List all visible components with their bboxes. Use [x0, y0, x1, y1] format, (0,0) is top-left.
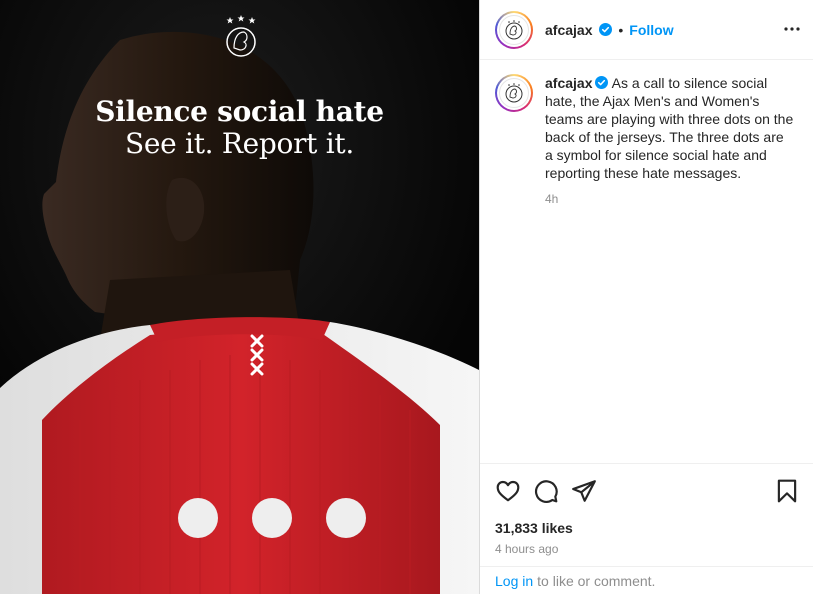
- headline-line-2: See it. Report it.: [125, 127, 354, 161]
- caption-timestamp[interactable]: 4h: [545, 192, 795, 206]
- instagram-post: Silence social hate See it. Report it. a…: [0, 0, 813, 594]
- post-side-panel: afcajax • Follow afcajax As a call to si…: [479, 0, 813, 594]
- comment-button[interactable]: [533, 478, 559, 504]
- ajax-crest-avatar-icon: [505, 83, 523, 103]
- header-separator: •: [618, 21, 624, 38]
- login-suffix: to like or comment.: [537, 573, 656, 589]
- login-link[interactable]: Log in: [495, 573, 533, 589]
- heart-icon: [496, 480, 520, 502]
- more-options-icon[interactable]: [782, 21, 802, 37]
- post-headline: Silence social hate See it. Report it.: [0, 95, 479, 161]
- comment-icon: [535, 480, 558, 503]
- header-username[interactable]: afcajax: [545, 22, 613, 38]
- caption-body: afcajax As a call to silence social hate…: [545, 74, 795, 206]
- post-header: afcajax • Follow: [480, 0, 813, 60]
- headline-line-1: Silence social hate: [95, 95, 384, 128]
- caption-text-block: afcajax As a call to silence social hate…: [545, 74, 795, 182]
- post-photo-illustration: [0, 0, 479, 594]
- header-username-text[interactable]: afcajax: [545, 22, 592, 38]
- post-image[interactable]: Silence social hate See it. Report it.: [0, 0, 479, 594]
- avatar[interactable]: [495, 10, 533, 49]
- post-actions-section: 31,833 likes 4 hours ago Log in to like …: [480, 463, 813, 594]
- likes-count[interactable]: 31,833 likes: [495, 520, 573, 536]
- login-prompt: Log in to like or comment.: [480, 566, 813, 594]
- verified-badge-icon: [599, 22, 613, 36]
- caption-avatar[interactable]: [495, 74, 533, 112]
- share-icon: [572, 480, 596, 502]
- ajax-club-crest-icon: [226, 15, 256, 57]
- like-button[interactable]: [495, 478, 521, 504]
- bookmark-icon: [777, 479, 797, 503]
- post-time-ago[interactable]: 4 hours ago: [495, 542, 558, 556]
- caption-username[interactable]: afcajax: [545, 75, 592, 91]
- save-button[interactable]: [774, 478, 800, 504]
- share-button[interactable]: [571, 478, 597, 504]
- post-caption: afcajax As a call to silence social hate…: [495, 74, 800, 206]
- follow-button[interactable]: Follow: [629, 22, 673, 38]
- verified-badge-icon: [595, 76, 609, 89]
- ajax-crest-avatar-icon: [505, 19, 523, 39]
- action-buttons: [495, 478, 800, 504]
